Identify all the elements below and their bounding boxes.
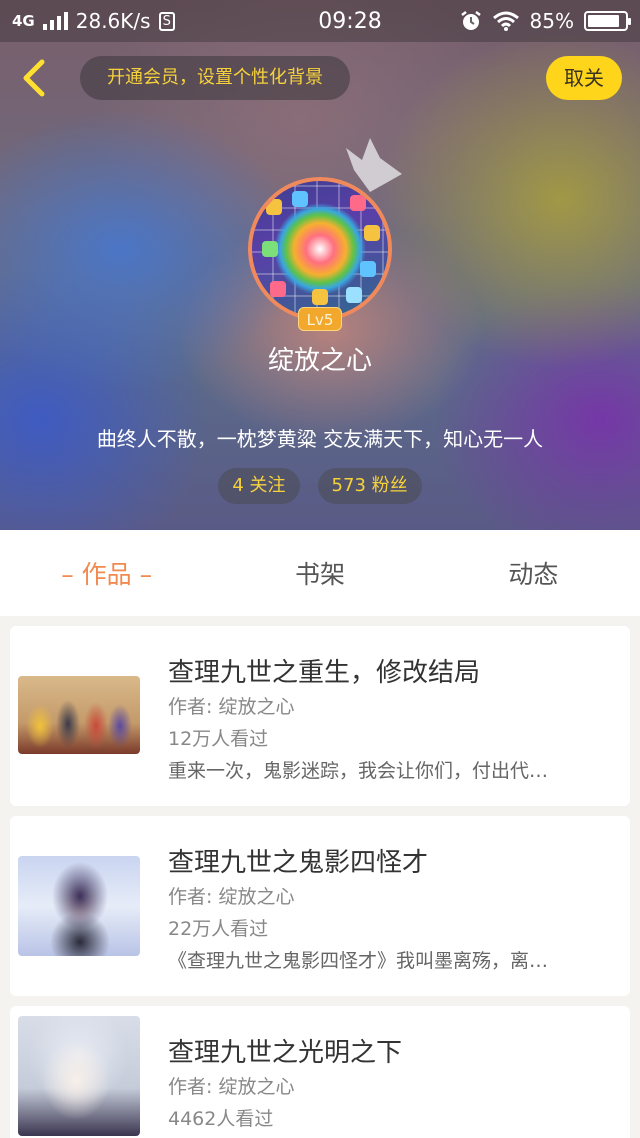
signature: 曲终人不散，一枕梦黄粱 交友满天下，知心无一人 — [96, 427, 544, 451]
work-title: 查理九世之重生，修改结局 — [168, 658, 481, 688]
work-views: 4462人看过 — [168, 1108, 274, 1130]
work-description: 重来一次，鬼影迷踪，我会让你们，付出代… — [168, 760, 549, 782]
work-author: 作者: 绽放之心 — [168, 696, 295, 718]
wifi-icon — [492, 11, 519, 31]
profile-tabs: – 作品 – 书架 动态 — [0, 530, 640, 616]
fans-count[interactable]: 573 粉丝 — [317, 468, 422, 504]
work-description: 《查理九世之鬼影四怪才》我叫墨离殇，离… — [168, 950, 549, 972]
tab-activity[interactable]: 动态 — [427, 555, 640, 591]
avatar[interactable] — [248, 177, 392, 321]
work-cover-image — [18, 1016, 140, 1136]
work-title: 查理九世之光明之下 — [168, 1038, 403, 1068]
work-card[interactable]: 查理九世之光明之下 作者: 绽放之心 4462人看过 — [10, 1006, 630, 1138]
signal-icon — [42, 12, 68, 30]
vip-background-banner[interactable]: 开通会员，设置个性化背景 — [80, 56, 350, 100]
alarm-icon — [460, 11, 481, 30]
work-cover-image — [18, 856, 140, 956]
work-title: 查理九世之鬼影四怪才 — [168, 848, 429, 878]
tab-works[interactable]: – 作品 – — [0, 555, 213, 591]
clock: 09:28 — [318, 8, 382, 34]
level-badge: Lv5 — [298, 307, 342, 331]
work-author: 作者: 绽放之心 — [168, 1076, 295, 1098]
following-count[interactable]: 4 关注 — [218, 468, 300, 504]
back-arrow-icon[interactable] — [14, 56, 58, 100]
battery-icon — [584, 11, 631, 31]
works-list: 查理九世之重生，修改结局 作者: 绽放之心 12万人看过 重来一次，鬼影迷踪，我… — [0, 616, 640, 1138]
work-card[interactable]: 查理九世之鬼影四怪才 作者: 绽放之心 22万人看过 《查理九世之鬼影四怪才》我… — [10, 816, 630, 996]
work-author: 作者: 绽放之心 — [168, 886, 295, 908]
follow-stats: 4 关注 573 粉丝 — [0, 468, 640, 504]
tab-bookshelf[interactable]: 书架 — [213, 555, 426, 591]
network-type: 4G — [12, 12, 35, 30]
work-card[interactable]: 查理九世之重生，修改结局 作者: 绽放之心 12万人看过 重来一次，鬼影迷踪，我… — [10, 626, 630, 806]
nickname: 绽放之心 — [267, 346, 372, 376]
network-speed: 28.6K/s — [75, 9, 151, 33]
work-views: 12万人看过 — [168, 728, 269, 750]
profile-header: 4G 28.6K/s S 09:28 85% 开通会员，设置个性化背景 取关 L… — [0, 0, 640, 530]
unfollow-button[interactable]: 取关 — [546, 56, 622, 100]
battery-percent: 85% — [529, 9, 574, 33]
work-views: 22万人看过 — [168, 918, 269, 940]
work-cover-image — [18, 676, 140, 754]
s-badge-icon: S — [158, 11, 175, 31]
status-bar: 4G 28.6K/s S 09:28 85% — [0, 0, 640, 42]
